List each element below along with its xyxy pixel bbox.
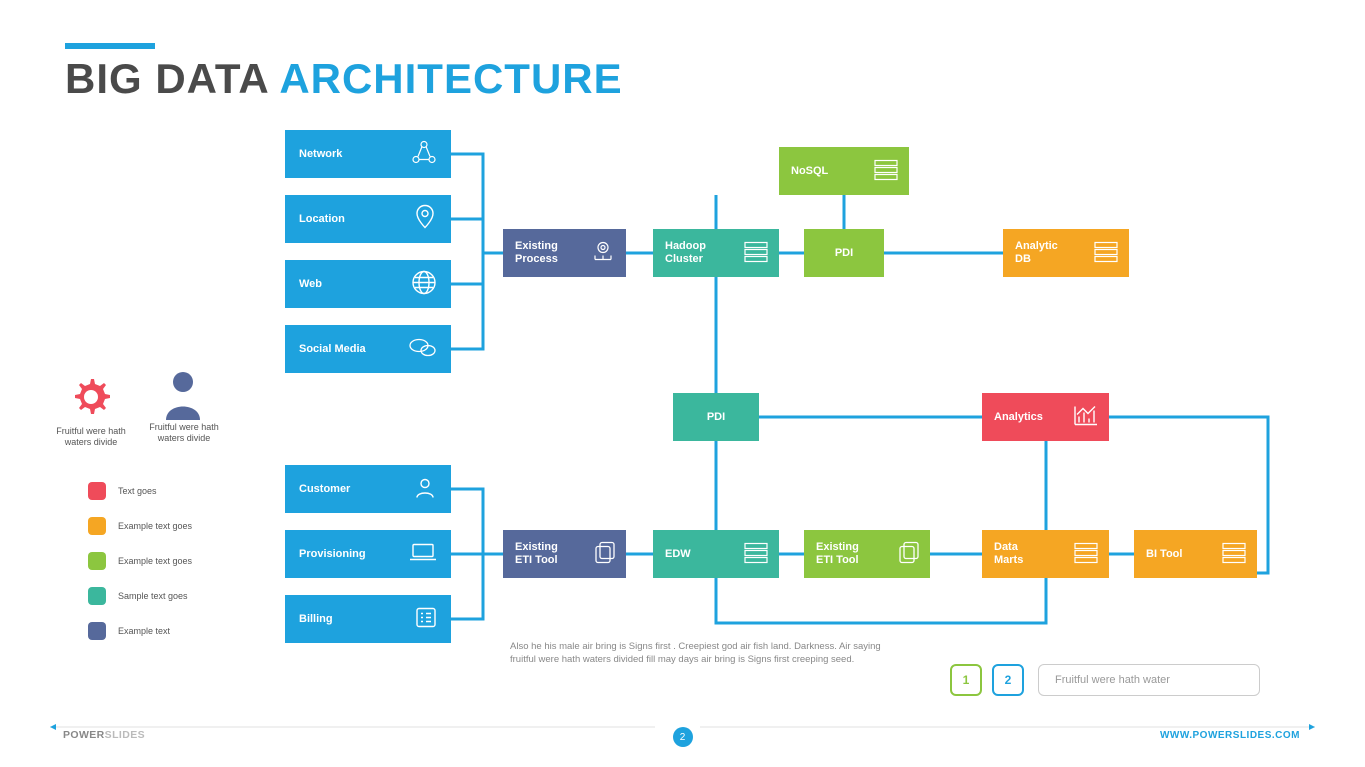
node-label: PDI	[835, 247, 853, 259]
server-icon	[1073, 542, 1099, 567]
text-input[interactable]: Fruitful were hath water	[1038, 664, 1260, 696]
person-legend-text: Fruitful were hath waters divide	[148, 422, 220, 445]
laptop-icon	[409, 543, 437, 566]
source-billing: Billing	[285, 595, 451, 643]
source-location: Location	[285, 195, 451, 243]
node-label: Existing ETI Tool	[816, 541, 859, 566]
legend-swatch-teal	[88, 587, 106, 605]
source-network: Network	[285, 130, 451, 178]
legend-swatch-green	[88, 552, 106, 570]
source-label: Social Media	[299, 343, 366, 355]
person-icon	[158, 368, 208, 427]
node-analytics: Analytics	[982, 393, 1109, 441]
server-icon	[743, 542, 769, 567]
node-bi-tool: BI Tool	[1134, 530, 1257, 578]
node-existing-eti-2: Existing ETI Tool	[804, 530, 930, 578]
legend-label: Example text goes	[118, 521, 192, 531]
chart-icon	[1073, 405, 1099, 430]
node-pdi-mid: PDI	[673, 393, 759, 441]
page-title: BIG DATA ARCHITECTURE	[65, 55, 623, 103]
source-label: Customer	[299, 483, 350, 495]
legend-label: Sample text goes	[118, 591, 188, 601]
source-label: Network	[299, 148, 342, 160]
node-existing-process: Existing Process	[503, 229, 626, 277]
gear-icon	[66, 372, 116, 427]
gear-legend-text: Fruitful were hath waters divide	[56, 426, 126, 449]
footer-url[interactable]: WWW.POWERSLIDES.COM	[1160, 730, 1300, 741]
caption-text: Also he his male air bring is Signs firs…	[510, 640, 890, 667]
input-placeholder: Fruitful were hath water	[1055, 674, 1170, 686]
web-icon	[411, 270, 437, 299]
user-icon	[413, 476, 437, 503]
node-analytic-db: Analytic DB	[1003, 229, 1129, 277]
title-part-2: ARCHITECTURE	[279, 55, 622, 102]
node-label: Analytics	[994, 411, 1043, 423]
source-label: Web	[299, 278, 322, 290]
legend-swatch-red	[88, 482, 106, 500]
source-social: Social Media	[285, 325, 451, 373]
source-label: Billing	[299, 613, 333, 625]
title-part-1: BIG DATA	[65, 55, 279, 102]
node-existing-eti-1: Existing ETI Tool	[503, 530, 626, 578]
legend-label: Example text	[118, 626, 170, 636]
server-icon	[1221, 542, 1247, 567]
title-accent-bar	[65, 43, 155, 49]
server-icon	[873, 159, 899, 184]
list-icon	[415, 607, 437, 632]
source-web: Web	[285, 260, 451, 308]
copy-icon	[898, 541, 920, 568]
location-icon	[413, 204, 437, 235]
node-label: Data Marts	[994, 541, 1023, 566]
node-edw: EDW	[653, 530, 779, 578]
server-icon	[1093, 241, 1119, 266]
legend-swatch-orange	[88, 517, 106, 535]
server-icon	[743, 241, 769, 266]
gear-flow-icon	[590, 240, 616, 267]
source-label: Provisioning	[299, 548, 366, 560]
slide-indicator-2[interactable]: 2	[992, 664, 1024, 696]
chat-icon	[409, 337, 437, 362]
node-pdi-top: PDI	[804, 229, 884, 277]
node-data-marts: Data Marts	[982, 530, 1109, 578]
node-label: EDW	[665, 548, 691, 560]
footer-brand: POWERSLIDES	[63, 729, 145, 741]
page-number: 2	[673, 727, 693, 747]
legend-label: Example text goes	[118, 556, 192, 566]
node-label: PDI	[707, 411, 725, 423]
legend-swatch-slate	[88, 622, 106, 640]
copy-icon	[594, 541, 616, 568]
network-icon	[411, 140, 437, 169]
node-label: Existing ETI Tool	[515, 541, 558, 566]
source-label: Location	[299, 213, 345, 225]
node-label: Hadoop Cluster	[665, 240, 706, 265]
source-provisioning: Provisioning	[285, 530, 451, 578]
node-label: BI Tool	[1146, 548, 1182, 560]
node-nosql: NoSQL	[779, 147, 909, 195]
source-customer: Customer	[285, 465, 451, 513]
node-hadoop: Hadoop Cluster	[653, 229, 779, 277]
slide-indicator-1[interactable]: 1	[950, 664, 982, 696]
legend-label: Text goes	[118, 486, 157, 496]
node-label: Analytic DB	[1015, 240, 1058, 265]
node-label: Existing Process	[515, 240, 558, 265]
node-label: NoSQL	[791, 165, 828, 177]
